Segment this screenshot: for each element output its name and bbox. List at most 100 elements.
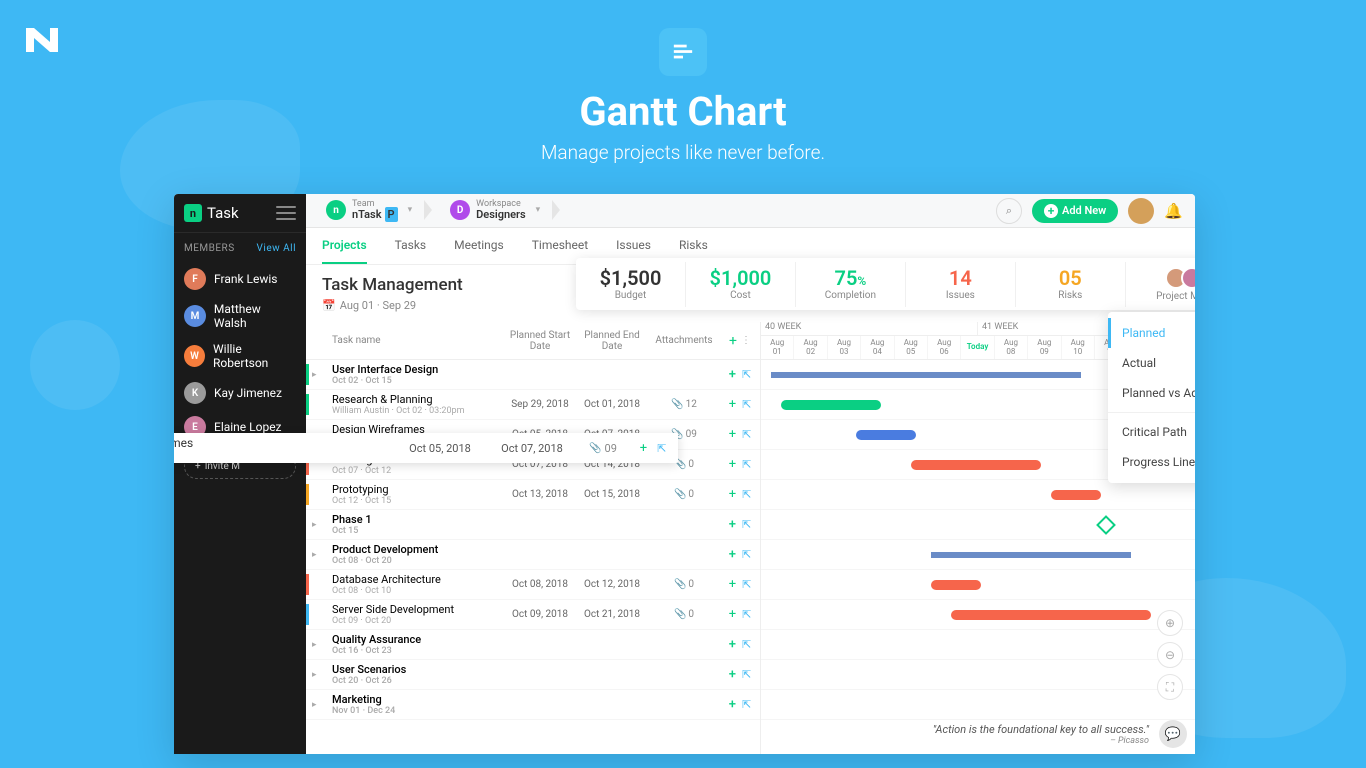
expand-icon[interactable]: ▸ — [312, 370, 317, 380]
attachment-icon: 📎 — [674, 489, 686, 500]
gantt-icon — [659, 28, 707, 76]
sidebar: n Task MEMBERS View All FFrank LewisMMat… — [174, 194, 306, 754]
gantt-bar[interactable] — [931, 580, 981, 590]
expand-icon[interactable]: ▸ — [312, 700, 317, 710]
member-item[interactable]: KKay Jimenez — [174, 376, 306, 410]
gantt-bar[interactable] — [951, 610, 1151, 620]
gantt-chart: Task name Planned Start Date Planned End… — [306, 322, 1195, 754]
floating-task-card[interactable]: ⋮⋮ Design WireframesOct 05 · Oct 07 Oct … — [174, 433, 678, 463]
zoom-controls: ⊕ ⊖ ⛶ — [1157, 610, 1183, 700]
dropdown-item[interactable]: Progress Line — [1108, 447, 1195, 477]
task-row[interactable]: ▸ MarketingNov 01 · Dec 24 +⇱ — [306, 690, 760, 720]
external-link-icon[interactable]: ⇱ — [742, 698, 751, 711]
external-link-icon[interactable]: ⇱ — [742, 638, 751, 651]
chevron-down-icon: ▾ — [408, 205, 413, 215]
expand-icon[interactable]: ▸ — [312, 520, 317, 530]
dropdown-item[interactable]: Planned — [1108, 318, 1195, 348]
app-window: n Task MEMBERS View All FFrank LewisMMat… — [174, 194, 1195, 754]
external-link-icon[interactable]: ⇱ — [742, 368, 751, 381]
dropdown-item[interactable]: Critical Path — [1108, 417, 1195, 447]
external-link-icon[interactable]: ⇱ — [742, 518, 751, 531]
add-icon[interactable]: + — [640, 441, 647, 456]
breadcrumb-workspace[interactable]: D WorkspaceDesigners ▾ — [442, 197, 548, 225]
zoom-in-icon[interactable]: ⊕ — [1157, 610, 1183, 636]
external-link-icon[interactable]: ⇱ — [742, 488, 751, 501]
external-link-icon[interactable]: ⇱ — [742, 548, 751, 561]
expand-icon[interactable]: ▸ — [312, 640, 317, 650]
member-item[interactable]: MMatthew Walsh — [174, 296, 306, 336]
attachment-icon: 📎 — [674, 579, 686, 590]
external-link-icon[interactable]: ⇱ — [742, 428, 751, 441]
workspace-icon: D — [450, 200, 470, 220]
add-icon[interactable]: + — [729, 487, 736, 502]
task-list-header: Task name Planned Start Date Planned End… — [306, 322, 760, 360]
brand-icon: n — [184, 204, 202, 222]
user-avatar[interactable] — [1128, 198, 1154, 224]
gantt-bar[interactable] — [771, 372, 1081, 378]
add-icon[interactable]: + — [729, 577, 736, 592]
external-link-icon[interactable]: ⇱ — [657, 442, 666, 455]
member-item[interactable]: FFrank Lewis — [174, 262, 306, 296]
tab-projects[interactable]: Projects — [322, 228, 367, 264]
add-new-button[interactable]: +Add New — [1032, 199, 1118, 223]
task-row[interactable]: ▸ User Interface DesignOct 02 · Oct 15 +… — [306, 360, 760, 390]
breadcrumb-team[interactable]: n TeamnTaskP ▾ — [318, 197, 420, 225]
add-icon[interactable]: + — [729, 547, 736, 562]
gantt-task-list: Task name Planned Start Date Planned End… — [306, 322, 761, 754]
gantt-bar[interactable] — [931, 552, 1131, 558]
members-label: MEMBERS — [184, 243, 235, 254]
add-icon[interactable]: + — [729, 517, 736, 532]
external-link-icon[interactable]: ⇱ — [742, 578, 751, 591]
fullscreen-icon[interactable]: ⛶ — [1157, 674, 1183, 700]
expand-icon[interactable]: ▸ — [312, 550, 317, 560]
external-link-icon[interactable]: ⇱ — [742, 398, 751, 411]
search-icon[interactable]: ⌕ — [996, 198, 1022, 224]
external-link-icon[interactable]: ⇱ — [742, 668, 751, 681]
expand-icon[interactable]: ▸ — [312, 670, 317, 680]
gantt-bar[interactable] — [781, 400, 881, 410]
dropdown-item[interactable]: Planned vs Actual — [1108, 378, 1195, 408]
hamburger-icon[interactable] — [276, 206, 296, 220]
add-icon[interactable]: + — [729, 397, 736, 412]
view-all-link[interactable]: View All — [257, 243, 296, 254]
bell-icon[interactable]: 🔔 — [1164, 202, 1183, 220]
task-row[interactable]: ▸ Phase 1Oct 15 +⇱ — [306, 510, 760, 540]
add-column[interactable]: + — [729, 333, 737, 349]
dropdown-item[interactable]: Actual — [1108, 348, 1195, 378]
gantt-bar[interactable] — [1051, 490, 1101, 500]
hero: Gantt Chart Manage projects like never b… — [0, 28, 1366, 164]
task-row[interactable]: Database ArchitectureOct 08 · Oct 10 Oct… — [306, 570, 760, 600]
view-dropdown: PlannedActualPlanned vs Actual Critical P… — [1108, 312, 1195, 483]
add-icon[interactable]: + — [729, 427, 736, 442]
avatar: W — [184, 345, 205, 367]
task-row[interactable]: ▸ User ScenariosOct 20 · Oct 26 +⇱ — [306, 660, 760, 690]
member-item[interactable]: WWillie Robertson — [174, 336, 306, 376]
add-icon[interactable]: + — [729, 367, 736, 382]
sidebar-brand[interactable]: n Task — [184, 204, 239, 222]
stats-card: $1,500Budget $1,000Cost 75%Completion 14… — [576, 258, 1195, 310]
chat-icon[interactable]: 💬 — [1159, 720, 1187, 748]
tab-tasks[interactable]: Tasks — [395, 228, 427, 264]
pm-avatar — [1181, 267, 1195, 289]
zoom-out-icon[interactable]: ⊖ — [1157, 642, 1183, 668]
task-row[interactable]: ▸ Product DevelopmentOct 08 · Oct 20 +⇱ — [306, 540, 760, 570]
quote: "Action is the foundational key to all s… — [933, 723, 1149, 746]
milestone-icon[interactable] — [1096, 515, 1116, 535]
task-row[interactable]: ▸ Quality AssuranceOct 16 · Oct 23 +⇱ — [306, 630, 760, 660]
gantt-bar[interactable] — [856, 430, 916, 440]
task-row[interactable]: PrototypingOct 12 · Oct 15 Oct 13, 2018O… — [306, 480, 760, 510]
tab-meetings[interactable]: Meetings — [454, 228, 504, 264]
task-row[interactable]: Research & PlanningWilliam Austin · Oct … — [306, 390, 760, 420]
more-icon[interactable]: ⋮ — [741, 335, 751, 346]
gantt-bar[interactable] — [911, 460, 1041, 470]
external-link-icon[interactable]: ⇱ — [742, 458, 751, 471]
external-link-icon[interactable]: ⇱ — [742, 608, 751, 621]
add-icon[interactable]: + — [729, 667, 736, 682]
add-icon[interactable]: + — [729, 457, 736, 472]
add-icon[interactable]: + — [729, 637, 736, 652]
task-row[interactable]: Server Side DevelopmentOct 09 · Oct 20 O… — [306, 600, 760, 630]
add-icon[interactable]: + — [729, 697, 736, 712]
add-icon[interactable]: + — [729, 607, 736, 622]
hero-subtitle: Manage projects like never before. — [0, 141, 1366, 164]
team-icon: n — [326, 200, 346, 220]
